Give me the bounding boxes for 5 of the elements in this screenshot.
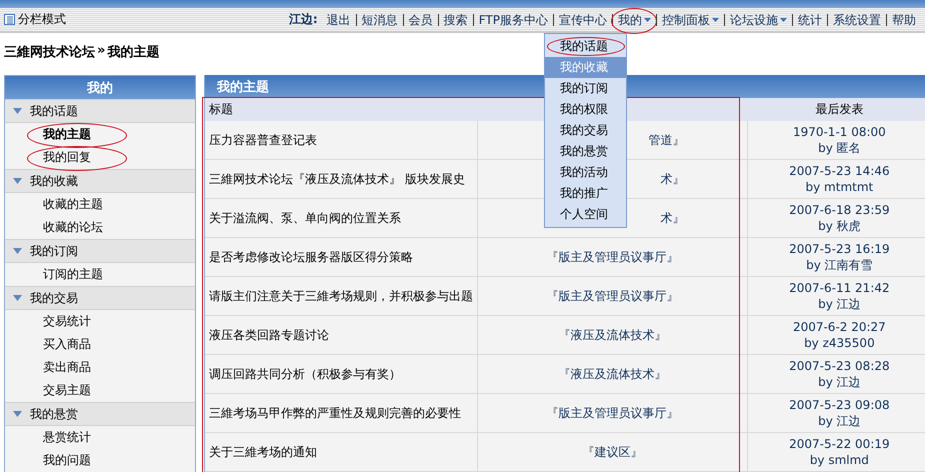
- sidebar-title: 我的: [5, 76, 195, 99]
- user-name: 江边:: [288, 11, 318, 28]
- column-header: 最后发表: [747, 98, 925, 121]
- breadcrumb-separator: »: [97, 43, 106, 60]
- breadcrumb-current: 我的主题: [107, 44, 160, 61]
